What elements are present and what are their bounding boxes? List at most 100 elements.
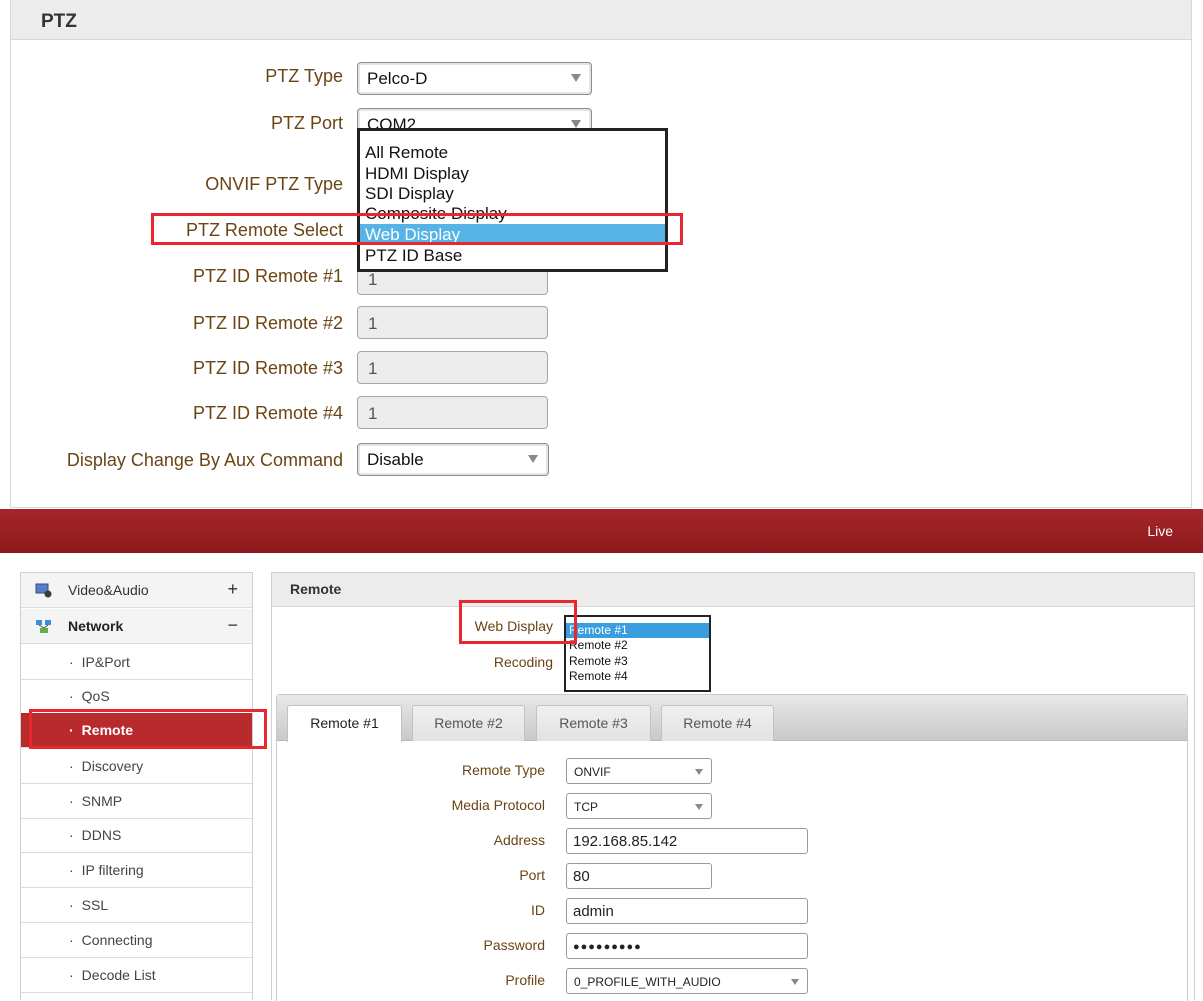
sidebar-item-label: Video&Audio [68,582,149,598]
dropdown-option[interactable]: Remote #2 [566,638,709,653]
ptz-id-remote-1-label: PTZ ID Remote #1 [192,266,343,286]
collapse-icon[interactable]: − [227,615,238,636]
top-nav-bar: Live [0,509,1203,553]
highlight-box [151,213,683,245]
dropdown-option[interactable]: Remote #3 [566,654,709,669]
sidebar-item-label: Discovery [69,758,143,774]
remote-panel: Remote Web Display Recoding Remote #1 Re… [271,572,1195,1001]
ptz-type-label: PTZ Type [265,66,343,86]
tab-bar: Remote #1 Remote #2 Remote #3 Remote #4 [277,695,1187,742]
ptz-remote-select-dropdown[interactable]: All Remote HDMI Display SDI Display Comp… [357,128,668,272]
sidebar-item-ddns[interactable]: DDNS [21,818,252,853]
sidebar-item-decode-list[interactable]: Decode List [21,958,252,993]
profile-value: 0_PROFILE_WITH_AUDIO [574,975,721,989]
id-label: ID [531,902,545,918]
password-label: Password [483,937,545,953]
port-value: 80 [573,868,590,885]
ptz-id-remote-3-label: PTZ ID Remote #3 [192,358,343,378]
sidebar-item-label: Connecting [69,932,153,948]
ptz-id-remote-2-label: PTZ ID Remote #2 [192,313,343,333]
profile-select[interactable]: 0_PROFILE_WITH_AUDIO [566,968,808,994]
port-label: Port [519,867,545,883]
sidebar-item-ssl[interactable]: SSL [21,888,252,923]
sidebar-item-snmp[interactable]: SNMP [21,784,252,819]
dropdown-option[interactable]: SDI Display [360,183,665,204]
ptz-id-remote-4-input[interactable]: 1 [357,396,548,429]
profile-label: Profile [505,972,545,988]
sidebar: Video&Audio + Network − IP&Port QoS Remo… [20,572,253,1000]
chevron-down-icon [571,120,581,128]
address-label: Address [493,832,545,848]
remote-tabs-container: Remote #1 Remote #2 Remote #3 Remote #4 … [276,694,1188,1001]
display-change-aux-select[interactable]: Disable [357,443,549,476]
ptz-id-remote-1-value: 1 [368,270,378,289]
id-value: admin [573,903,614,920]
tab-remote-1[interactable]: Remote #1 [287,705,402,742]
port-input[interactable]: 80 [566,863,712,889]
ptz-id-remote-3-value: 1 [368,359,378,378]
ptz-header: PTZ [11,0,1191,40]
sidebar-item-label: SNMP [69,793,122,809]
highlight-box [29,709,267,749]
chevron-down-icon [791,979,799,985]
ptz-port-label: PTZ Port [270,113,343,133]
web-display-dropdown[interactable]: Remote #1 Remote #2 Remote #3 Remote #4 [564,615,711,692]
highlight-box [459,600,577,644]
sidebar-item-label: QoS [69,688,110,704]
chevron-down-icon [528,455,538,463]
dropdown-option[interactable]: Remote #4 [566,669,709,684]
onvif-ptz-type-label: ONVIF PTZ Type [205,174,343,194]
ptz-title: PTZ [41,11,77,32]
tab-remote-4[interactable]: Remote #4 [661,705,774,741]
sidebar-item-network[interactable]: Network − [21,609,252,644]
sidebar-item-discovery[interactable]: Discovery [21,749,252,784]
password-value: ●●●●●●●●● [573,941,642,953]
sidebar-item-label: IP&Port [69,654,130,670]
sidebar-item-label: Decode List [69,967,156,983]
sidebar-item-label: DDNS [69,827,122,843]
ptz-type-value: Pelco-D [367,69,428,88]
remote-header: Remote [272,573,1194,607]
tab-remote-3[interactable]: Remote #3 [536,705,651,741]
ptz-panel: PTZ PTZ Type Pelco-D PTZ Port COM2 ONVIF… [10,0,1192,508]
ptz-id-remote-4-label: PTZ ID Remote #4 [192,403,343,423]
network-icon [36,620,51,633]
media-protocol-select[interactable]: TCP [566,793,712,819]
chevron-down-icon [695,769,703,775]
ptz-id-remote-2-value: 1 [368,314,378,333]
ptz-id-remote-2-input[interactable]: 1 [357,306,548,339]
display-change-aux-label: Display Change By Aux Command [66,450,343,470]
ptz-id-remote-4-value: 1 [368,404,378,423]
display-change-aux-value: Disable [367,450,424,469]
media-protocol-value: TCP [574,800,598,814]
address-value: 192.168.85.142 [573,833,678,850]
sidebar-item-ip-filtering[interactable]: IP filtering [21,853,252,888]
remote-title: Remote [290,581,342,597]
dropdown-option[interactable]: PTZ ID Base [360,245,665,266]
ptz-id-remote-3-input[interactable]: 1 [357,351,548,384]
live-link[interactable]: Live [1147,523,1173,539]
sidebar-item-label: SSL [69,897,108,913]
chevron-down-icon [571,74,581,82]
password-input[interactable]: ●●●●●●●●● [566,933,808,959]
sidebar-item-connecting[interactable]: Connecting [21,923,252,958]
sidebar-item-video-audio[interactable]: Video&Audio + [21,573,252,608]
address-input[interactable]: 192.168.85.142 [566,828,808,854]
dropdown-option[interactable]: HDMI Display [360,163,665,184]
ptz-type-select[interactable]: Pelco-D [357,62,592,95]
dropdown-option[interactable]: All Remote [360,142,665,163]
recoding-label: Recoding [493,654,553,670]
tab-remote-2[interactable]: Remote #2 [412,705,525,741]
expand-icon[interactable]: + [227,579,238,600]
remote-type-value: ONVIF [574,765,611,779]
dropdown-option-selected[interactable]: Remote #1 [566,623,709,638]
media-protocol-label: Media Protocol [451,797,545,813]
chevron-down-icon [695,804,703,810]
id-input[interactable]: admin [566,898,808,924]
video-audio-icon [35,583,52,598]
sidebar-item-label: IP filtering [69,862,144,878]
remote-type-select[interactable]: ONVIF [566,758,712,784]
remote-type-label: Remote Type [461,762,545,778]
sidebar-item-ip-port[interactable]: IP&Port [21,645,252,680]
sidebar-item-label: Network [68,618,124,634]
